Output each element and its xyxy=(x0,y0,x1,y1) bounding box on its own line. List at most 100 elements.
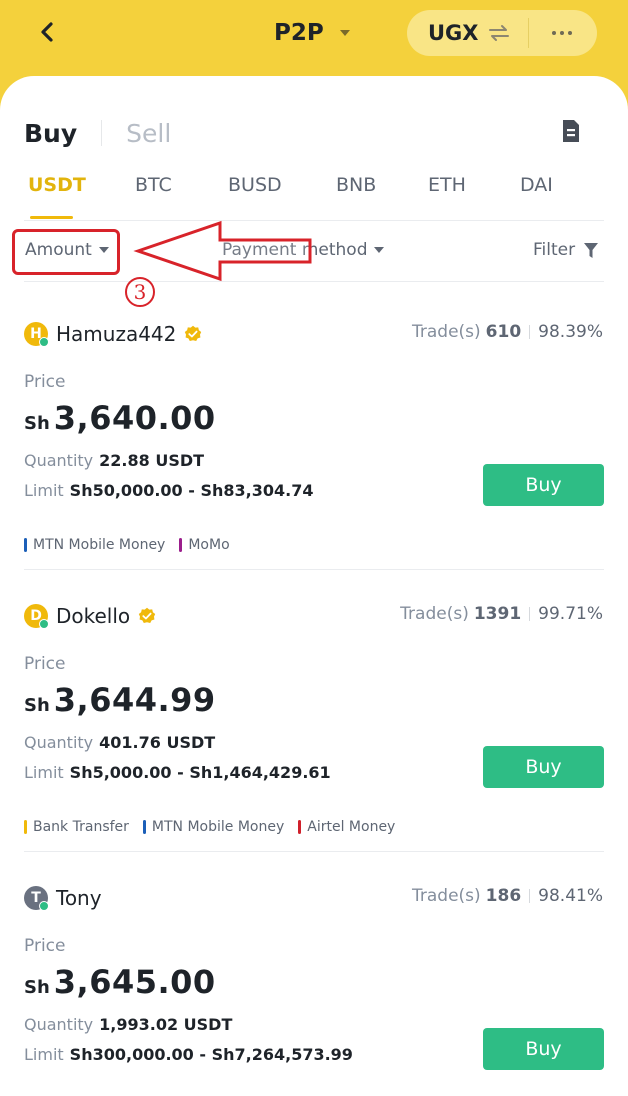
trader-row[interactable]: T Tony xyxy=(24,883,102,913)
swap-arrows-icon xyxy=(489,25,510,41)
quantity-value: 1,993.02 USDT xyxy=(99,1015,233,1034)
caret-down-icon xyxy=(374,247,385,253)
price-label: Price xyxy=(24,372,66,392)
trades-count: 1391 xyxy=(473,604,522,624)
trader-name[interactable]: Tony xyxy=(56,886,102,910)
verified-badge-icon xyxy=(138,607,156,623)
quantity-label: Quantity xyxy=(24,1015,94,1034)
completion-rate: 99.71% xyxy=(538,604,603,624)
limit-row: Limit Sh5,000.00 - Sh1,464,429.61 xyxy=(24,763,331,782)
payment-method-name: MTN Mobile Money xyxy=(33,537,166,553)
price-value: 3,645.00 xyxy=(53,963,216,1001)
payment-methods: MTN Mobile Money MoMo xyxy=(24,537,244,553)
currency-pill: UGX xyxy=(407,10,597,56)
price-value: 3,640.00 xyxy=(53,399,216,437)
payment-method-name: MTN Mobile Money xyxy=(151,819,285,835)
online-indicator xyxy=(39,619,49,629)
trades-label: Trade(s) xyxy=(412,322,481,342)
tab-eth[interactable]: ETH xyxy=(428,174,466,196)
price: Sh 3,640.00 xyxy=(24,399,216,437)
coin-tabs: USDT BTC BUSD BNB ETH DAI xyxy=(0,174,628,220)
order-history-icon[interactable] xyxy=(560,118,582,144)
quantity-row: Quantity 401.76 USDT xyxy=(24,733,215,752)
trades-label: Trade(s) xyxy=(400,604,469,624)
avatar: D xyxy=(24,604,49,629)
limit-value: Sh5,000.00 - Sh1,464,429.61 xyxy=(69,763,331,782)
limit-label: Limit xyxy=(24,1045,64,1064)
pill-divider xyxy=(528,18,529,48)
quantity-row: Quantity 22.88 USDT xyxy=(24,451,204,470)
trades-count: 610 xyxy=(485,322,522,342)
avatar: T xyxy=(24,886,49,911)
trade-side-tabs: Buy Sell xyxy=(24,116,171,150)
divider xyxy=(24,851,604,852)
tab-btc[interactable]: BTC xyxy=(135,174,172,196)
filter-button[interactable]: Filter xyxy=(533,240,599,260)
trader-row[interactable]: D Dokello xyxy=(24,601,156,631)
limit-row: Limit Sh50,000.00 - Sh83,304.74 xyxy=(24,481,313,500)
buy-button[interactable]: Buy xyxy=(483,746,604,788)
payment-methods: Bank Transfer MTN Mobile Money Airtel Mone… xyxy=(24,819,409,835)
payment-color-bar xyxy=(179,538,183,552)
payment-method-name: Bank Transfer xyxy=(33,819,129,835)
annotation-highlight-box xyxy=(12,229,120,275)
quantity-row: Quantity 1,993.02 USDT xyxy=(24,1015,232,1034)
trader-name[interactable]: Hamuza442 xyxy=(56,322,176,346)
currency-symbol: Sh xyxy=(24,695,50,716)
page-title: P2P xyxy=(274,20,324,46)
tab-buy[interactable]: Buy xyxy=(24,119,77,148)
currency-label: UGX xyxy=(428,21,479,45)
tab-divider xyxy=(101,120,103,146)
trader-stats: Trade(s) 610 98.39% xyxy=(412,322,603,342)
tab-usdt[interactable]: USDT xyxy=(28,174,86,196)
limit-value: Sh50,000.00 - Sh83,304.74 xyxy=(69,481,314,500)
price-label: Price xyxy=(24,654,66,674)
tab-busd[interactable]: BUSD xyxy=(228,174,282,196)
annotation-step-badge: 3 xyxy=(125,277,155,307)
buy-button[interactable]: Buy xyxy=(483,464,604,506)
market-switcher[interactable]: P2P xyxy=(274,17,350,49)
payment-method-name: Airtel Money xyxy=(307,819,396,835)
avatar: H xyxy=(24,322,49,347)
buy-button[interactable]: Buy xyxy=(483,1028,604,1070)
annotation-step-number: 3 xyxy=(134,280,147,304)
currency-symbol: Sh xyxy=(24,977,50,998)
tab-bnb[interactable]: BNB xyxy=(336,174,376,196)
trader-stats: Trade(s) 1391 99.71% xyxy=(400,604,603,624)
online-indicator xyxy=(39,901,49,911)
price-value: 3,644.99 xyxy=(53,681,216,719)
back-button[interactable] xyxy=(30,14,66,50)
trader-row[interactable]: H Hamuza442 xyxy=(24,319,202,349)
price: Sh 3,644.99 xyxy=(24,681,216,719)
payment-color-bar xyxy=(24,538,27,552)
limit-label: Limit xyxy=(24,763,64,782)
stats-divider xyxy=(529,889,531,903)
trades-label: Trade(s) xyxy=(412,886,481,906)
quantity-label: Quantity xyxy=(24,733,94,752)
filter-label: Filter xyxy=(533,240,576,260)
annotation-arrow-icon xyxy=(133,220,312,282)
more-options-button[interactable] xyxy=(547,20,577,46)
tab-sell[interactable]: Sell xyxy=(126,119,171,148)
payment-method-tag: MTN Mobile Money xyxy=(142,819,285,835)
divider xyxy=(24,569,604,570)
verified-badge-icon xyxy=(185,325,202,341)
stats-divider xyxy=(529,607,531,621)
payment-color-bar xyxy=(298,820,302,834)
quantity-label: Quantity xyxy=(24,451,94,470)
currency-symbol: Sh xyxy=(24,413,50,434)
limit-row: Limit Sh300,000.00 - Sh7,264,573.99 xyxy=(24,1045,353,1064)
limit-label: Limit xyxy=(24,481,64,500)
top-bar: P2P UGX xyxy=(0,0,628,84)
payment-method-tag: Airtel Money xyxy=(298,819,395,835)
trades-count: 186 xyxy=(485,886,522,906)
content-sheet: Buy Sell USDT BTC BUSD BNB ETH DAI Amoun… xyxy=(0,76,628,1096)
price-label: Price xyxy=(24,936,66,956)
currency-switch-button[interactable]: UGX xyxy=(407,10,510,56)
trader-name[interactable]: Dokello xyxy=(56,604,130,628)
payment-color-bar xyxy=(142,820,146,834)
quantity-value: 401.76 USDT xyxy=(99,733,216,752)
more-horizontal-icon xyxy=(552,31,556,35)
tab-dai[interactable]: DAI xyxy=(520,174,553,196)
completion-rate: 98.39% xyxy=(538,322,603,342)
